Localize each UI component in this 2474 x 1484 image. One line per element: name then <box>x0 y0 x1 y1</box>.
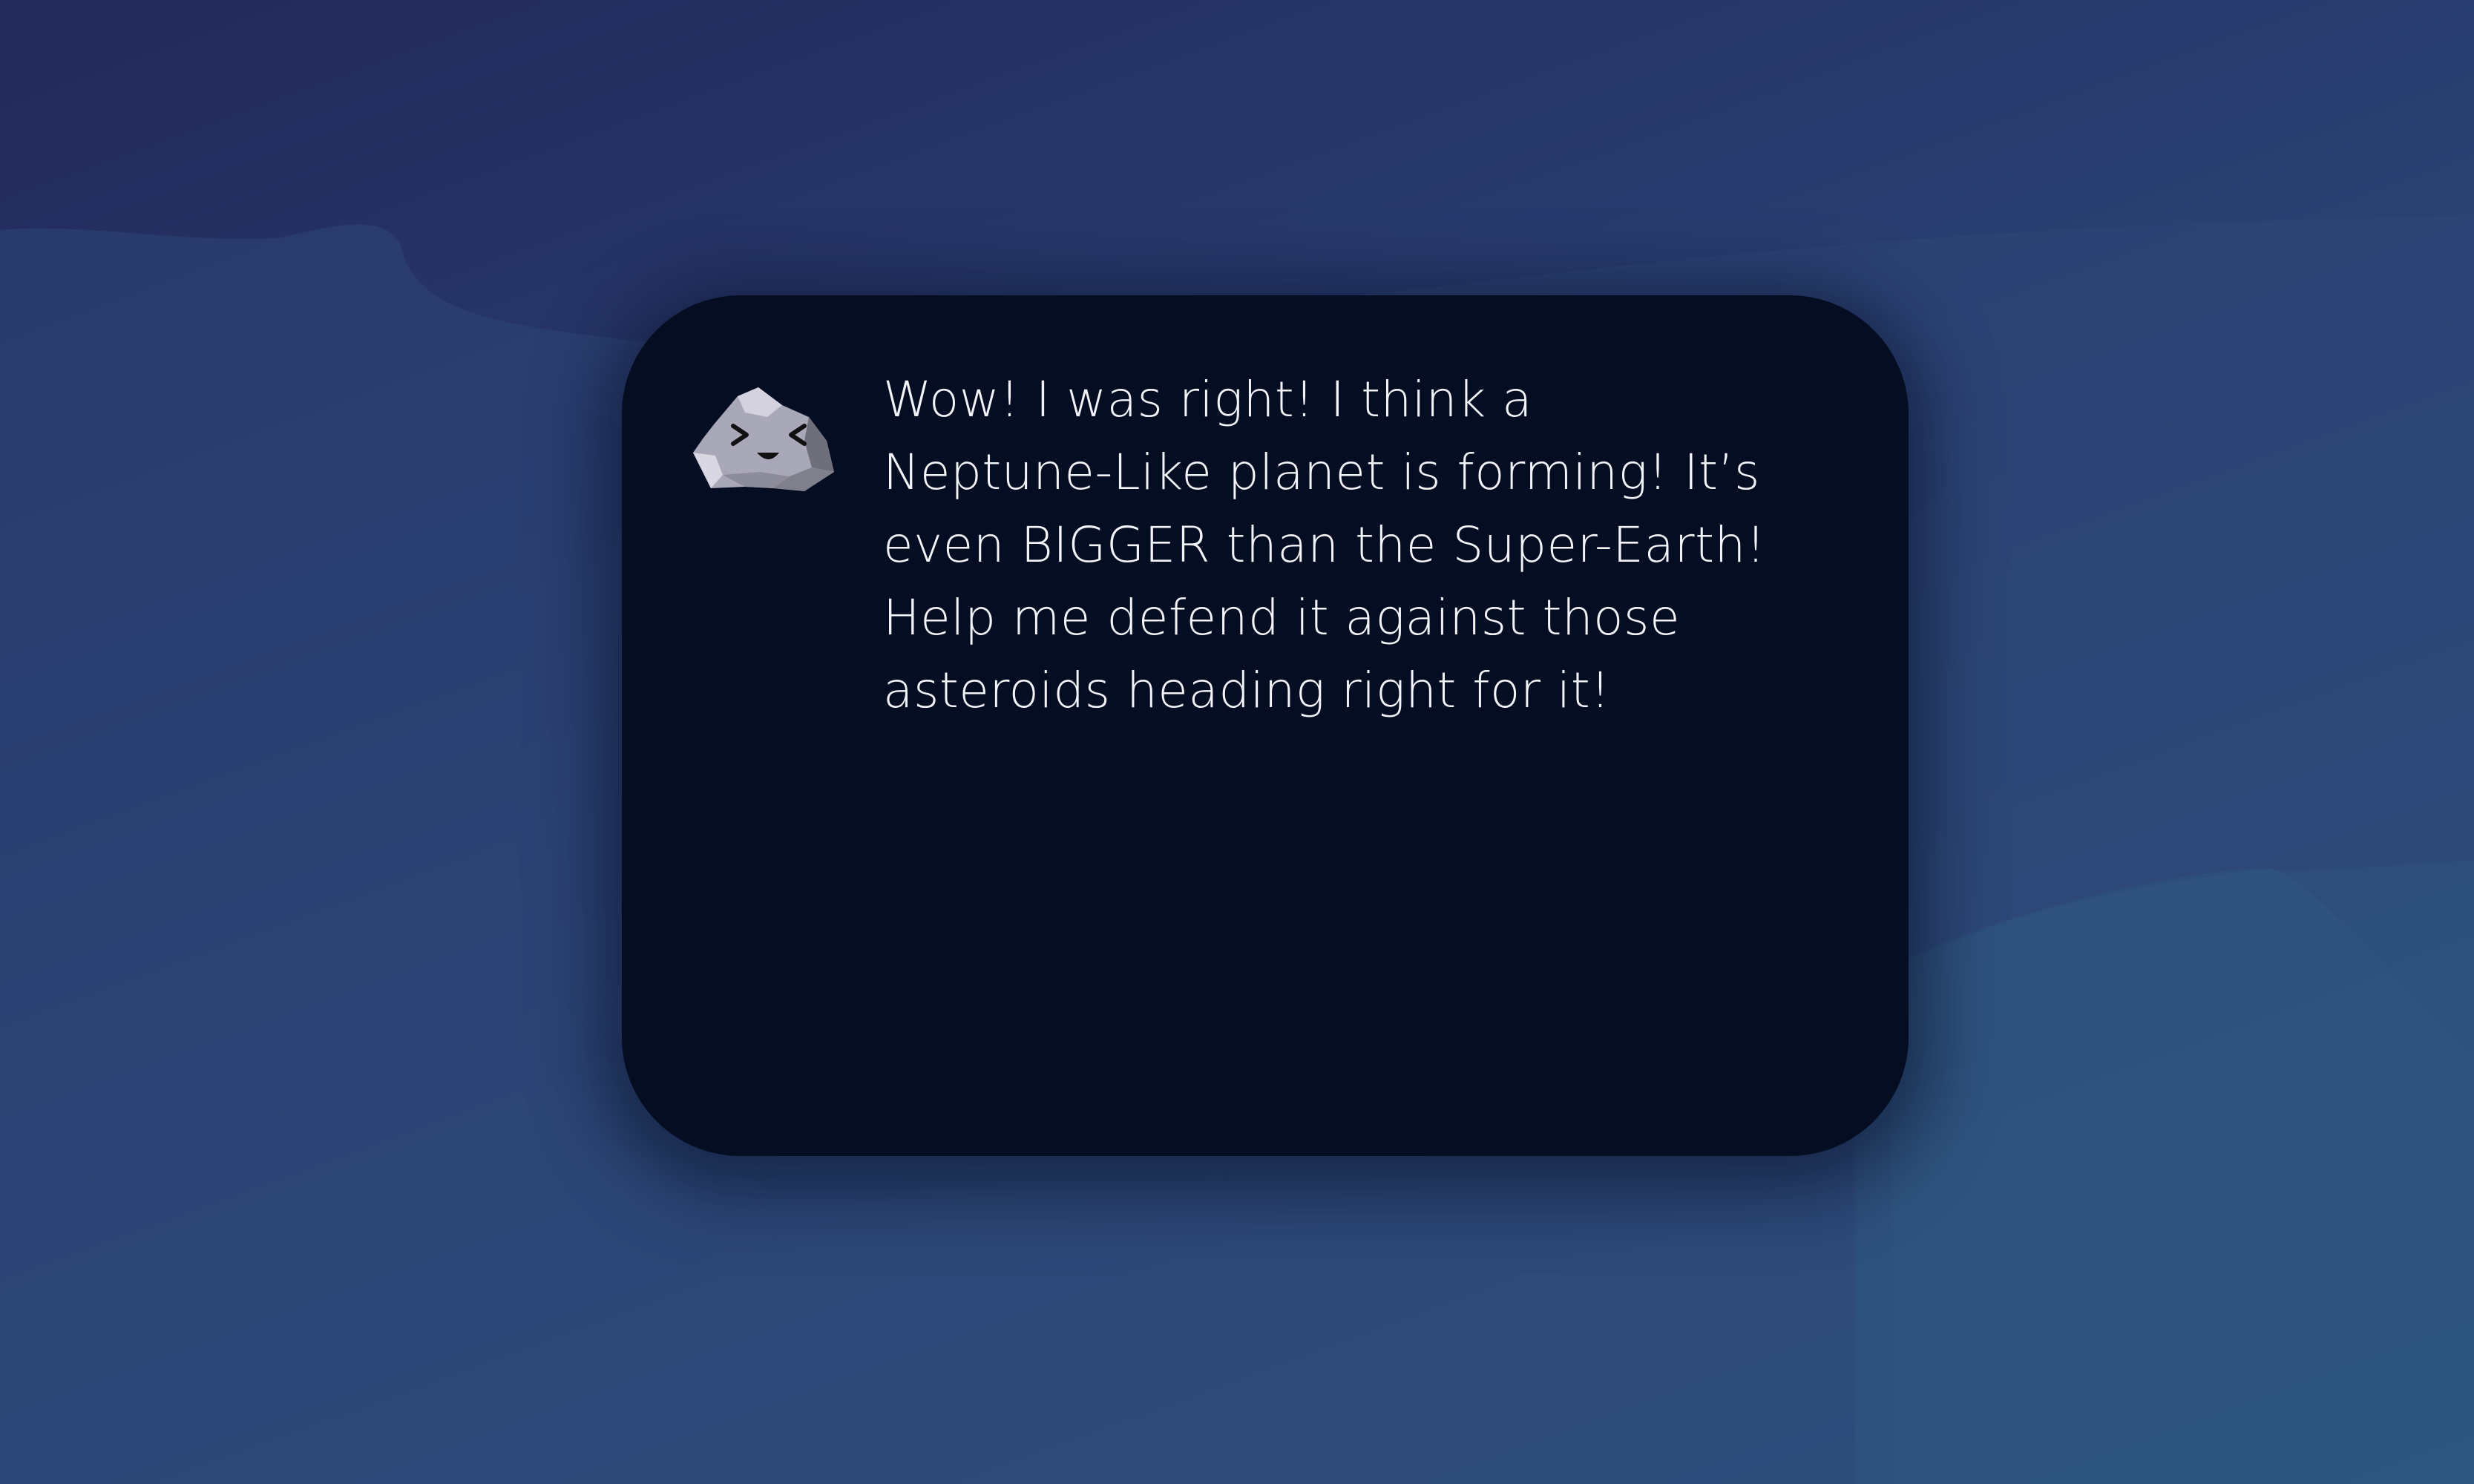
background-hills-lower <box>1855 868 2474 1484</box>
dialog-box: Wow! I was right! I think a Neptune-Like… <box>622 295 1909 1156</box>
speaker-avatar <box>693 378 839 503</box>
happy-rock-icon <box>693 387 834 491</box>
dialog-message: Wow! I was right! I think a Neptune-Like… <box>883 371 1766 719</box>
